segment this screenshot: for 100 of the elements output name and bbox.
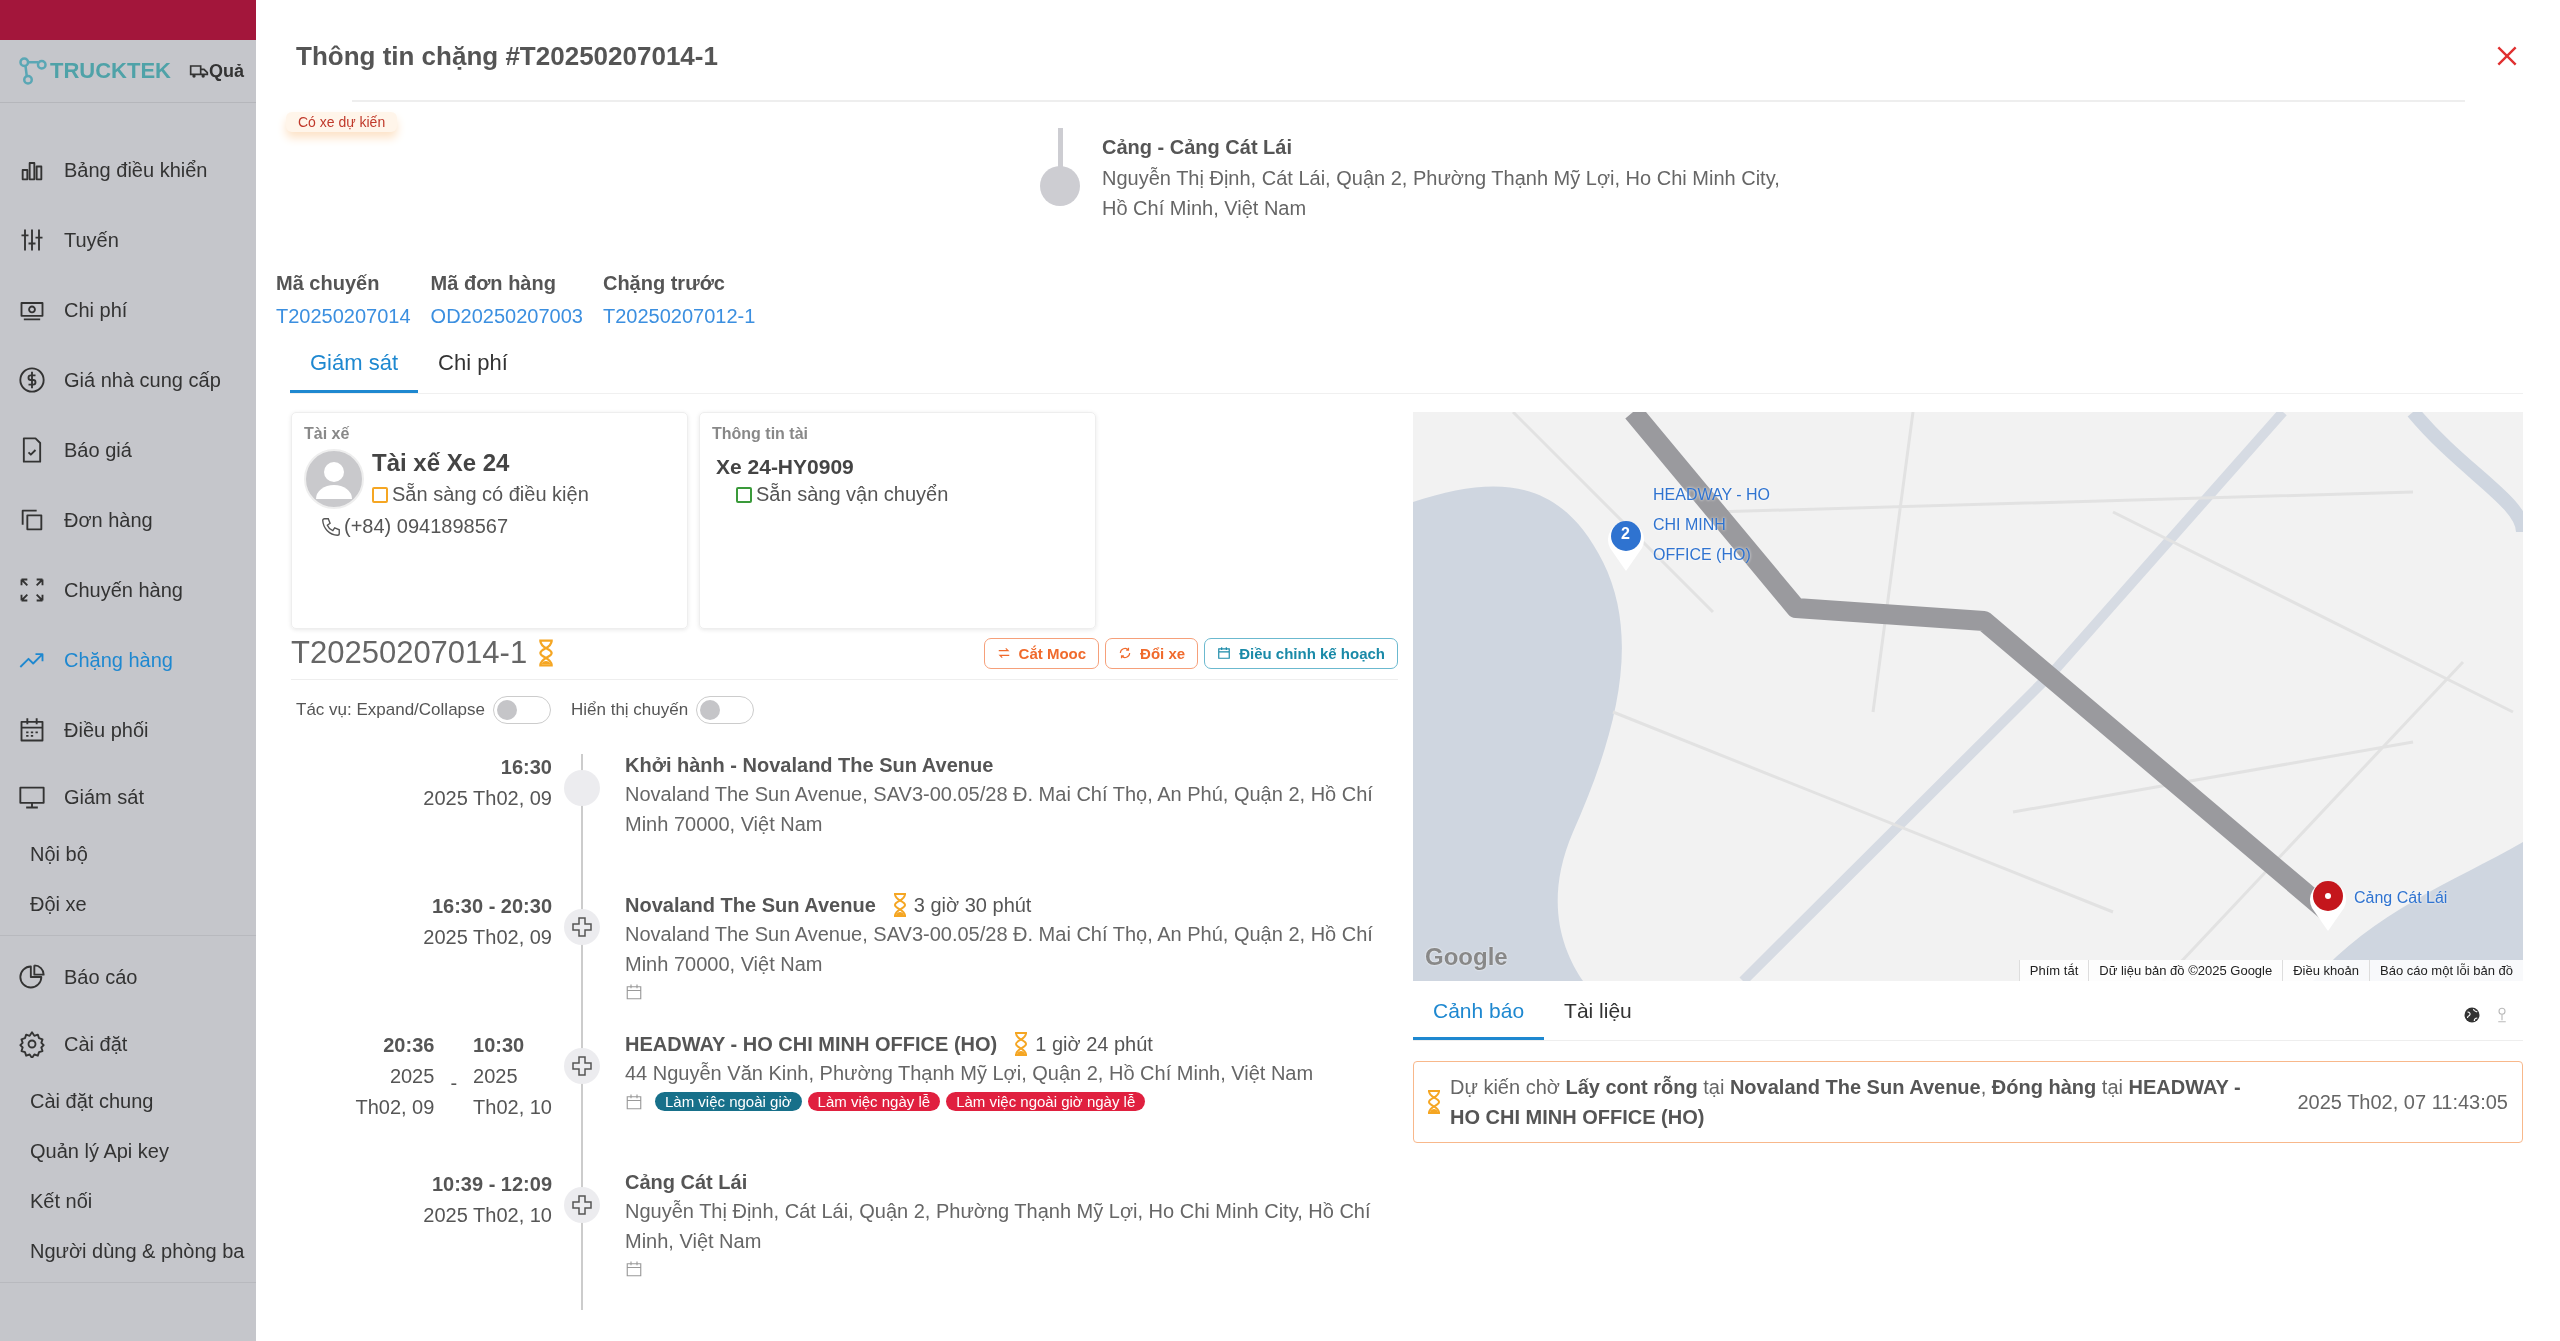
card-heading: Thông tin tài bbox=[712, 425, 808, 443]
expand-icon bbox=[18, 576, 46, 604]
vehicle-name: Xe 24-HY0909 bbox=[716, 455, 854, 479]
end-time: 10:30 bbox=[473, 1034, 525, 1057]
stop-address: Novaland The Sun Avenue, SAV3-00.05/28 Đ. Mai Chí Thọ, An Phú, Quận 2, Hồ Chí Minh 70000, Việt Nam bbox=[625, 782, 1374, 837]
start-year: 2025 bbox=[389, 1065, 435, 1088]
sidebar-item[interactable]: Báo cáo bbox=[0, 942, 256, 1012]
alert-text: Dự kiến chờ Lấy cont rỗng tại Novaland The Sun Avenue, Đóng hàng tại HEADWAY - HO CHI MINH OFFICE (HO) bbox=[1450, 1074, 2242, 1130]
start-time: 20:36 bbox=[383, 1034, 435, 1057]
sidebar-subitem[interactable]: Kết nối bbox=[0, 1176, 256, 1226]
swap-arrows-icon bbox=[996, 646, 1011, 660]
status-label: Sẵn sàng vận chuyển bbox=[756, 483, 949, 506]
dollar-icon bbox=[18, 366, 46, 394]
sidebar-subitem[interactable]: Đội xe bbox=[0, 879, 256, 929]
drawer-title: Thông tin chặng #T20250207014-1 bbox=[296, 40, 718, 72]
sidebar-item[interactable]: Bảng điều khiển bbox=[0, 135, 256, 205]
stop-marker-icon bbox=[564, 909, 600, 945]
end-year: 2025 bbox=[473, 1065, 518, 1088]
sidebar-item[interactable]: Báo giá bbox=[0, 415, 256, 485]
sidebar-subitem[interactable]: Cài đặt chung bbox=[0, 1076, 256, 1126]
map-logo: Google bbox=[1425, 943, 1508, 971]
marker-label: Cảng Cát Lái bbox=[2354, 889, 2448, 907]
avatar-icon bbox=[304, 449, 364, 509]
alert-time: 2025 Th02, 07 11:43:05 bbox=[2297, 1090, 2508, 1114]
calendar-icon bbox=[18, 716, 46, 744]
stop-title: HEADWAY - HO CHI MINH OFFICE (HO) bbox=[625, 1032, 998, 1056]
time-range: 16:30 bbox=[500, 756, 552, 779]
tab[interactable]: Giám sát bbox=[290, 340, 419, 393]
stop-title: Cảng Cát Lái bbox=[625, 1171, 748, 1194]
stop-marker-icon bbox=[564, 1048, 600, 1084]
duration-text: 1 giờ 24 phút bbox=[1035, 1032, 1153, 1056]
toggle-label: Hiển thị chuyến bbox=[571, 700, 689, 720]
globe-icon[interactable] bbox=[2463, 1005, 2481, 1024]
destination-title: Cảng - Cảng Cát Lái bbox=[1102, 136, 1293, 159]
calendar-icon[interactable] bbox=[625, 1092, 643, 1111]
sidebar-item[interactable]: Tuyến bbox=[0, 205, 256, 275]
map-view[interactable]: 2 HEADWAY - HO CHI MINH OFFICE (HO) Cảng Cát Lái Google Phím tắt Dữ liệu bản đồ ©2025 Google Điều khoản Báo cáo một lỗi bản đồ bbox=[1413, 412, 2523, 981]
marker-label: HEADWAY - HO CHI MINH OFFICE (HO) bbox=[1653, 485, 1772, 565]
action-button[interactable]: Điều chỉnh kế hoạch bbox=[1204, 637, 1398, 669]
logo-icon bbox=[18, 56, 48, 86]
meta-label: Chặng trước bbox=[602, 272, 726, 295]
date-text: 2025 Th02, 09 bbox=[423, 787, 552, 810]
toggle-switch[interactable] bbox=[493, 696, 551, 724]
map-footer-link[interactable]: Điều khoản bbox=[2282, 960, 2369, 981]
sidebar-item[interactable]: Chi phí bbox=[0, 275, 256, 345]
eta-badge: Có xe dự kiến bbox=[286, 112, 398, 132]
refresh-icon bbox=[1118, 646, 1133, 660]
hourglass-icon bbox=[1426, 1090, 1442, 1114]
tag: Làm việc ngoài giờ bbox=[655, 1092, 802, 1111]
date-text: 2025 Th02, 09 bbox=[423, 926, 552, 949]
sidebar-item[interactable]: Chuyến hàng bbox=[0, 555, 256, 625]
logo-text: TRUCKTEK bbox=[50, 58, 171, 84]
map-footer-link[interactable]: Dữ liệu bản đồ ©2025 Google bbox=[2088, 960, 2283, 981]
calendar-icon[interactable] bbox=[625, 1260, 643, 1278]
sidebar-subitem[interactable]: Nội bộ bbox=[0, 829, 256, 879]
calendar-icon[interactable] bbox=[625, 983, 643, 1001]
stop-marker-icon bbox=[564, 1187, 600, 1223]
sidebar-item[interactable]: Giám sát bbox=[0, 765, 256, 829]
hourglass-icon bbox=[537, 639, 556, 667]
start-date: Th02, 09 bbox=[355, 1096, 435, 1119]
destination-address: Nguyễn Thị Định, Cát Lái, Quận 2, Phường Thạnh Mỹ Lợi, Ho Chi Minh City, Hồ Chí Minh, Việt Nam bbox=[1102, 166, 1781, 221]
toggle-label: Tác vụ: Expand/Collapse bbox=[296, 700, 485, 720]
hourglass-icon bbox=[891, 893, 908, 917]
stop-address: Nguyễn Thị Định, Cát Lái, Quận 2, Phường Thạnh Mỹ Lợi, Ho Chi Minh City, Hồ Chí Minh, Việt Nam bbox=[625, 1199, 1372, 1254]
time-range: 10:39 - 12:09 bbox=[431, 1173, 552, 1196]
meta-label: Mã đơn hàng bbox=[430, 272, 557, 295]
date-text: 2025 Th02, 10 bbox=[423, 1204, 552, 1227]
tab[interactable]: Chi phí bbox=[418, 340, 528, 393]
phone-icon bbox=[320, 515, 342, 538]
sidebar-item[interactable]: Đơn hàng bbox=[0, 485, 256, 555]
range-separator: - bbox=[450, 1072, 458, 1095]
status-label: Sẵn sàng có điều kiện bbox=[392, 483, 589, 506]
map-footer-link[interactable]: Phím tắt bbox=[2018, 960, 2089, 981]
toggle-switch[interactable] bbox=[696, 696, 755, 724]
stop-address: 44 Nguyễn Văn Kinh, Phường Thạnh Mỹ Lợi, Quận 2, Hồ Chí Minh, Việt Nam bbox=[625, 1061, 1315, 1086]
stop-title: Novaland The Sun Avenue bbox=[625, 893, 876, 917]
pie-chart-icon bbox=[18, 963, 46, 991]
card-heading: Tài xế bbox=[304, 425, 350, 443]
tag: Làm việc ngày lễ bbox=[807, 1092, 941, 1111]
marker-number: 2 bbox=[1621, 525, 1630, 543]
meta-label: Mã chuyến bbox=[276, 272, 381, 295]
sidebar-item[interactable]: Cài đặt bbox=[0, 1012, 256, 1076]
sidebar-subitem[interactable]: Người dùng & phòng ba bbox=[0, 1226, 256, 1276]
sidebar-item[interactable]: Điều phối bbox=[0, 695, 256, 765]
tab[interactable]: Cảnh báo bbox=[1413, 989, 1545, 1040]
hourglass-icon bbox=[1013, 1032, 1030, 1056]
time-range: 16:30 - 20:30 bbox=[431, 895, 552, 918]
settings-icon bbox=[18, 1030, 46, 1058]
tab[interactable]: Tài liệu bbox=[1544, 989, 1652, 1040]
end-date: Th02, 10 bbox=[473, 1096, 552, 1119]
map-footer-link[interactable]: Báo cáo một lỗi bản đồ bbox=[2369, 960, 2523, 981]
location-pin-icon bbox=[1040, 128, 1080, 208]
sidebar-item[interactable]: Giá nhà cung cấp bbox=[0, 345, 256, 415]
calendar-icon bbox=[1217, 646, 1232, 660]
top-nav-link[interactable]: Quả bbox=[209, 60, 244, 82]
driver-name: Tài xế Xe 24 bbox=[372, 449, 511, 477]
trip-code: T20250207014-1 bbox=[291, 635, 528, 671]
start-marker bbox=[564, 770, 600, 806]
sidebar-subitem[interactable]: Quản lý Api key bbox=[0, 1126, 256, 1176]
stop-title: Khởi hành - Novaland The Sun Avenue bbox=[625, 754, 994, 777]
